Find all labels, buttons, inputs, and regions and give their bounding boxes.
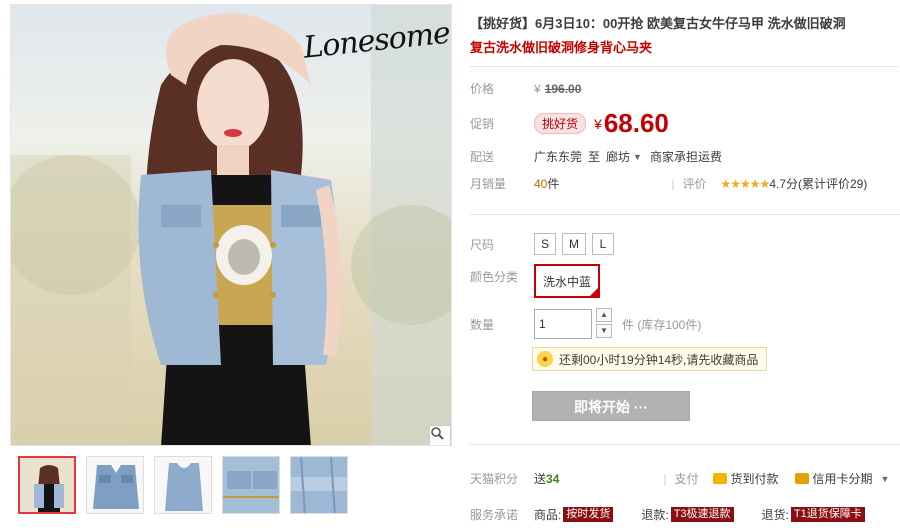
product-subtitle: 复古洗水做旧破洞修身背心马夹 <box>470 40 653 55</box>
delivery-row: 配送 广东东莞 至 廊坊 ▼ 商家承担运费 <box>470 148 722 165</box>
points-value: 34 <box>546 471 560 486</box>
color-row: 颜色分类 洗水中蓝 <box>470 264 601 298</box>
price-row: 价格 ¥ 196.00 <box>470 80 581 97</box>
quantity-row: 数量 ▲ ▼ 件 (库存100件) <box>470 308 701 340</box>
quantity-input[interactable] <box>534 309 592 339</box>
thumbnail-5[interactable] <box>290 456 348 514</box>
lightbulb-icon: ● <box>537 351 553 367</box>
original-price: 196.00 <box>544 81 582 96</box>
thumbnail-1[interactable] <box>18 456 76 514</box>
sales-count: 40 <box>534 176 548 191</box>
buy-button[interactable]: 即将开始 ··· <box>532 391 690 421</box>
size-label: 尺码 <box>470 237 495 252</box>
countdown-text: 还剩00小时19分钟14秒,请先收藏商品 <box>559 352 759 367</box>
service-item3-prefix: 退货: <box>761 508 789 522</box>
countdown-tip: ● 还剩00小时19分钟14秒,请先收藏商品 <box>532 347 768 371</box>
countdown-row: ● 还剩00小时19分钟14秒,请先收藏商品 <box>532 347 768 371</box>
points-label: 天猫积分 <box>470 472 519 486</box>
divider-bottom <box>470 444 900 445</box>
zoom-icon[interactable] <box>429 425 451 445</box>
thumbnail-3[interactable] <box>154 456 212 514</box>
chevron-down-icon[interactable]: ▼ <box>633 152 642 162</box>
product-title: 【挑好货】6月3日10：00开抢 欧美复古女牛仔马甲 洗水做旧破洞 复古洗水做旧… <box>470 12 898 60</box>
rating-score: 4.7分 <box>769 177 798 191</box>
decrease-arrow-icon[interactable]: ▼ <box>596 324 612 338</box>
star-rating-icon: ★★★★★ <box>720 176 771 191</box>
service-tag-fast-refund[interactable]: T3极速退款 <box>670 507 734 522</box>
main-product-image[interactable]: Lonesome town <box>10 4 452 446</box>
payment-installment: 信用卡分期 <box>812 472 873 486</box>
cumulative-reviews[interactable]: (累计评价29) <box>798 175 867 192</box>
thumbnail-4[interactable] <box>222 456 280 514</box>
promo-tag[interactable]: 挑好货 <box>534 113 587 134</box>
promo-row: 促销 挑好货 ¥ 68.60 <box>470 108 669 139</box>
sales-row: 月销量 40 件 | 评价 ★★★★★ 4.7分 (累计评价29) <box>470 175 867 192</box>
service-label: 服务承诺 <box>470 508 519 522</box>
delivery-to-word: 至 <box>588 150 601 164</box>
delivery-from: 广东东莞 <box>534 150 583 164</box>
delivery-label: 配送 <box>470 150 495 164</box>
service-tag-return-guarantee[interactable]: T1退货保障卡 <box>790 507 865 522</box>
promo-currency: ¥ <box>594 115 602 132</box>
sales-label: 月销量 <box>470 177 507 191</box>
promo-label: 促销 <box>470 117 495 131</box>
selected-check-icon <box>589 287 600 297</box>
points-row: 天猫积分 送 34 | 支付 货到付款 信用卡分期 ▼ <box>470 470 889 487</box>
credit-card-icon <box>794 473 809 484</box>
thumbnail-2[interactable] <box>86 456 144 514</box>
quantity-stepper: ▲ ▼ <box>596 308 612 340</box>
price-label: 价格 <box>470 82 495 96</box>
product-title-text: 【挑好货】6月3日10：00开抢 欧美复古女牛仔马甲 洗水做旧破洞 <box>470 16 846 31</box>
size-option-m[interactable]: M <box>562 233 587 255</box>
size-row: 尺码 S M L <box>470 233 620 255</box>
payment-chevron-down-icon[interactable]: ▼ <box>881 474 890 484</box>
cash-on-delivery-icon <box>712 473 727 484</box>
service-item2-prefix: 退款: <box>641 508 669 522</box>
color-label: 颜色分类 <box>470 270 519 284</box>
points-prefix: 送 <box>534 472 547 486</box>
service-row: 服务承诺 商品: 按时发货 退款: T3极速退款 退货: T1退货保障卡 <box>470 506 865 523</box>
quantity-label: 数量 <box>470 317 495 332</box>
promo-price: 68.60 <box>603 108 669 138</box>
payment-cod: 货到付款 <box>730 472 779 486</box>
size-option-l[interactable]: L <box>592 233 615 255</box>
rating-label: 评价 <box>682 177 707 191</box>
increase-arrow-icon[interactable]: ▲ <box>596 308 612 322</box>
service-item1-prefix: 商品: <box>534 508 562 522</box>
size-option-s[interactable]: S <box>534 233 557 255</box>
delivery-destination[interactable]: 廊坊 <box>606 148 630 165</box>
color-option-selected[interactable]: 洗水中蓝 <box>534 264 601 298</box>
delivery-courier: 商家承担运费 <box>649 150 722 164</box>
sales-unit: 件 <box>547 177 560 191</box>
stock-info: 件 (库存100件) <box>622 317 702 332</box>
divider-price <box>470 214 900 215</box>
divider-top <box>470 66 898 67</box>
payment-label: 支付 <box>674 472 699 486</box>
service-tag-on-time[interactable]: 按时发货 <box>563 507 614 522</box>
payment-divider: | <box>663 471 667 486</box>
thumbnail-strip <box>18 456 348 516</box>
color-option-text: 洗水中蓝 <box>543 275 592 289</box>
price-currency: ¥ <box>534 81 541 96</box>
sales-divider: | <box>671 176 675 191</box>
